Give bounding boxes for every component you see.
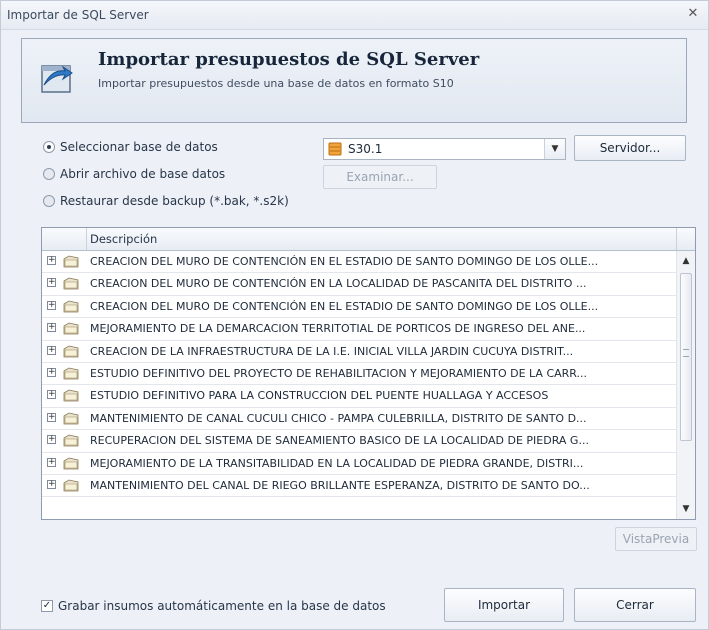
radio-select-database-dot[interactable] xyxy=(43,141,55,153)
expand-plus-icon[interactable]: + xyxy=(47,278,56,288)
expand-plus-icon[interactable]: + xyxy=(47,323,56,333)
radio-open-file[interactable]: Abrir archivo de base datos xyxy=(43,167,225,181)
window-title: Importar de SQL Server xyxy=(7,8,149,22)
column-header-description[interactable]: Descripción xyxy=(90,232,157,246)
expand-plus-icon[interactable]: + xyxy=(47,367,56,377)
radio-restore-backup-dot[interactable] xyxy=(43,195,55,207)
row-description: RECUPERACION DEL SISTEMA DE SANEAMIENTO … xyxy=(90,434,589,448)
browse-button[interactable]: Examinar... xyxy=(323,165,437,189)
radio-select-database-label: Seleccionar base de datos xyxy=(60,140,218,154)
auto-save-checkbox-row[interactable]: ✓ Grabar insumos automáticamente en la b… xyxy=(41,599,386,613)
radio-open-file-label: Abrir archivo de base datos xyxy=(60,167,226,181)
budget-folder-icon xyxy=(63,277,79,290)
scrollbar-grip-icon xyxy=(683,349,689,357)
preview-button[interactable]: VistaPrevia xyxy=(615,527,697,551)
server-button[interactable]: Servidor... xyxy=(574,135,686,161)
row-description: CREACION DE LA INFRAESTRUCTURA DE LA I.E… xyxy=(90,344,574,358)
table-row[interactable]: + ESTUDIO DEFINITIVO PARA LA CONSTRUCCION… xyxy=(42,385,676,408)
database-select-value: S30.1 xyxy=(348,142,383,156)
row-description: ESTUDIO DEFINITIVO PARA LA CONSTRUCCION … xyxy=(90,389,549,403)
grid-header-expander-col xyxy=(42,228,87,250)
row-description: MANTENIMIENTO DEL CANAL DE RIEGO BRILLAN… xyxy=(90,478,590,492)
grid-header-corner xyxy=(676,228,695,250)
radio-select-database[interactable]: Seleccionar base de datos xyxy=(43,140,218,154)
auto-save-checkbox[interactable]: ✓ xyxy=(41,600,53,612)
scrollbar-thumb[interactable] xyxy=(680,273,692,441)
header-title: Importar presupuestos de SQL Server xyxy=(98,49,480,70)
expand-plus-icon[interactable]: + xyxy=(47,390,56,400)
budget-folder-icon xyxy=(63,255,79,268)
budget-folder-icon xyxy=(63,367,79,380)
budgets-grid: Descripción + CREACION DEL MURO DE CONTEN… xyxy=(41,227,696,520)
row-description: MANTENIMIENTO DE CANAL CUCULI CHICO - PA… xyxy=(90,411,587,425)
table-row[interactable]: + RECUPERACION DEL SISTEMA DE SANEAMIENTO… xyxy=(42,430,676,453)
row-description: CREACION DEL MURO DE CONTENCIÓN EN EL ES… xyxy=(90,255,599,268)
header-description: Importar presupuestos desde una base de … xyxy=(98,77,454,90)
budget-folder-icon xyxy=(63,389,79,402)
expand-plus-icon[interactable]: + xyxy=(47,435,56,445)
table-row[interactable]: + ESTUDIO DEFINITIVO DEL PROYECTO DE REHA… xyxy=(42,363,676,386)
table-row[interactable]: + MANTENIMIENTO DEL CANAL DE RIEGO BRILLA… xyxy=(42,475,676,498)
budget-folder-icon xyxy=(63,434,79,447)
radio-open-file-dot[interactable] xyxy=(43,168,55,180)
budget-folder-icon xyxy=(63,322,79,335)
chevron-down-icon[interactable]: ▼ xyxy=(544,139,565,159)
import-document-icon xyxy=(41,65,73,93)
close-button[interactable]: Cerrar xyxy=(574,588,696,622)
radio-restore-backup[interactable]: Restaurar desde backup (*.bak, *.s2k) xyxy=(43,194,289,208)
table-row[interactable]: + CREACION DE LA INFRAESTRUCTURA DE LA I.… xyxy=(42,341,676,363)
budget-folder-icon xyxy=(63,457,79,469)
expand-plus-icon[interactable]: + xyxy=(47,412,56,422)
row-description: MEJORAMIENTO DE LA DEMARCACION TERRITOTI… xyxy=(90,322,586,336)
expand-plus-icon[interactable]: + xyxy=(47,479,56,489)
table-row[interactable]: + MEJORAMIENTO DE LA DEMARCACION TERRITOT… xyxy=(42,318,676,341)
radio-restore-backup-label: Restaurar desde backup (*.bak, *.s2k) xyxy=(60,194,289,208)
expand-plus-icon[interactable]: + xyxy=(47,300,56,310)
row-description: CREACION DEL MURO DE CONTENCIÓN EN LA LO… xyxy=(90,277,587,291)
scroll-down-icon[interactable]: ▼ xyxy=(677,501,695,517)
expand-plus-icon[interactable]: + xyxy=(47,345,56,355)
table-row[interactable]: + CREACION DEL MURO DE CONTENCIÓN EN EL E… xyxy=(42,251,676,274)
expand-plus-icon[interactable]: + xyxy=(47,457,56,467)
budget-folder-icon xyxy=(63,479,79,492)
header-panel: Importar presupuestos de SQL Server Impo… xyxy=(21,38,687,123)
row-description: CREACION DEL MURO DE CONTENCIÓN EN EL ES… xyxy=(90,299,599,313)
expand-plus-icon[interactable]: + xyxy=(47,256,56,265)
row-description: ESTUDIO DEFINITIVO DEL PROYECTO DE REHAB… xyxy=(90,366,588,380)
row-description: MEJORAMIENTO DE LA TRANSITABILIDAD EN LA… xyxy=(90,456,584,470)
database-icon xyxy=(328,142,342,156)
vertical-scrollbar[interactable]: ▲ ▼ xyxy=(676,251,695,519)
auto-save-label: Grabar insumos automáticamente en la bas… xyxy=(58,599,386,613)
table-row[interactable]: + CREACION DEL MURO DE CONTENCIÓN EN LA L… xyxy=(42,273,676,296)
import-dialog: Importar de SQL Server ✕ Importar presup… xyxy=(0,0,709,630)
table-row[interactable]: + MANTENIMIENTO DE CANAL CUCULI CHICO - P… xyxy=(42,408,676,431)
budget-folder-icon xyxy=(63,412,79,425)
table-row[interactable]: + CREACION DEL MURO DE CONTENCIÓN EN EL E… xyxy=(42,296,676,319)
title-bar: Importar de SQL Server ✕ xyxy=(1,1,708,30)
budget-folder-icon xyxy=(63,300,79,313)
scroll-up-icon[interactable]: ▲ xyxy=(677,253,695,269)
budget-folder-icon xyxy=(63,345,79,357)
database-select[interactable]: S30.1 ▼ xyxy=(323,138,566,160)
close-icon[interactable]: ✕ xyxy=(686,7,700,21)
grid-rows: + CREACION DEL MURO DE CONTENCIÓN EN EL E… xyxy=(42,251,676,498)
table-row[interactable]: + MEJORAMIENTO DE LA TRANSITABILIDAD EN L… xyxy=(42,453,676,475)
grid-header: Descripción xyxy=(42,228,695,251)
import-button[interactable]: Importar xyxy=(444,588,564,622)
